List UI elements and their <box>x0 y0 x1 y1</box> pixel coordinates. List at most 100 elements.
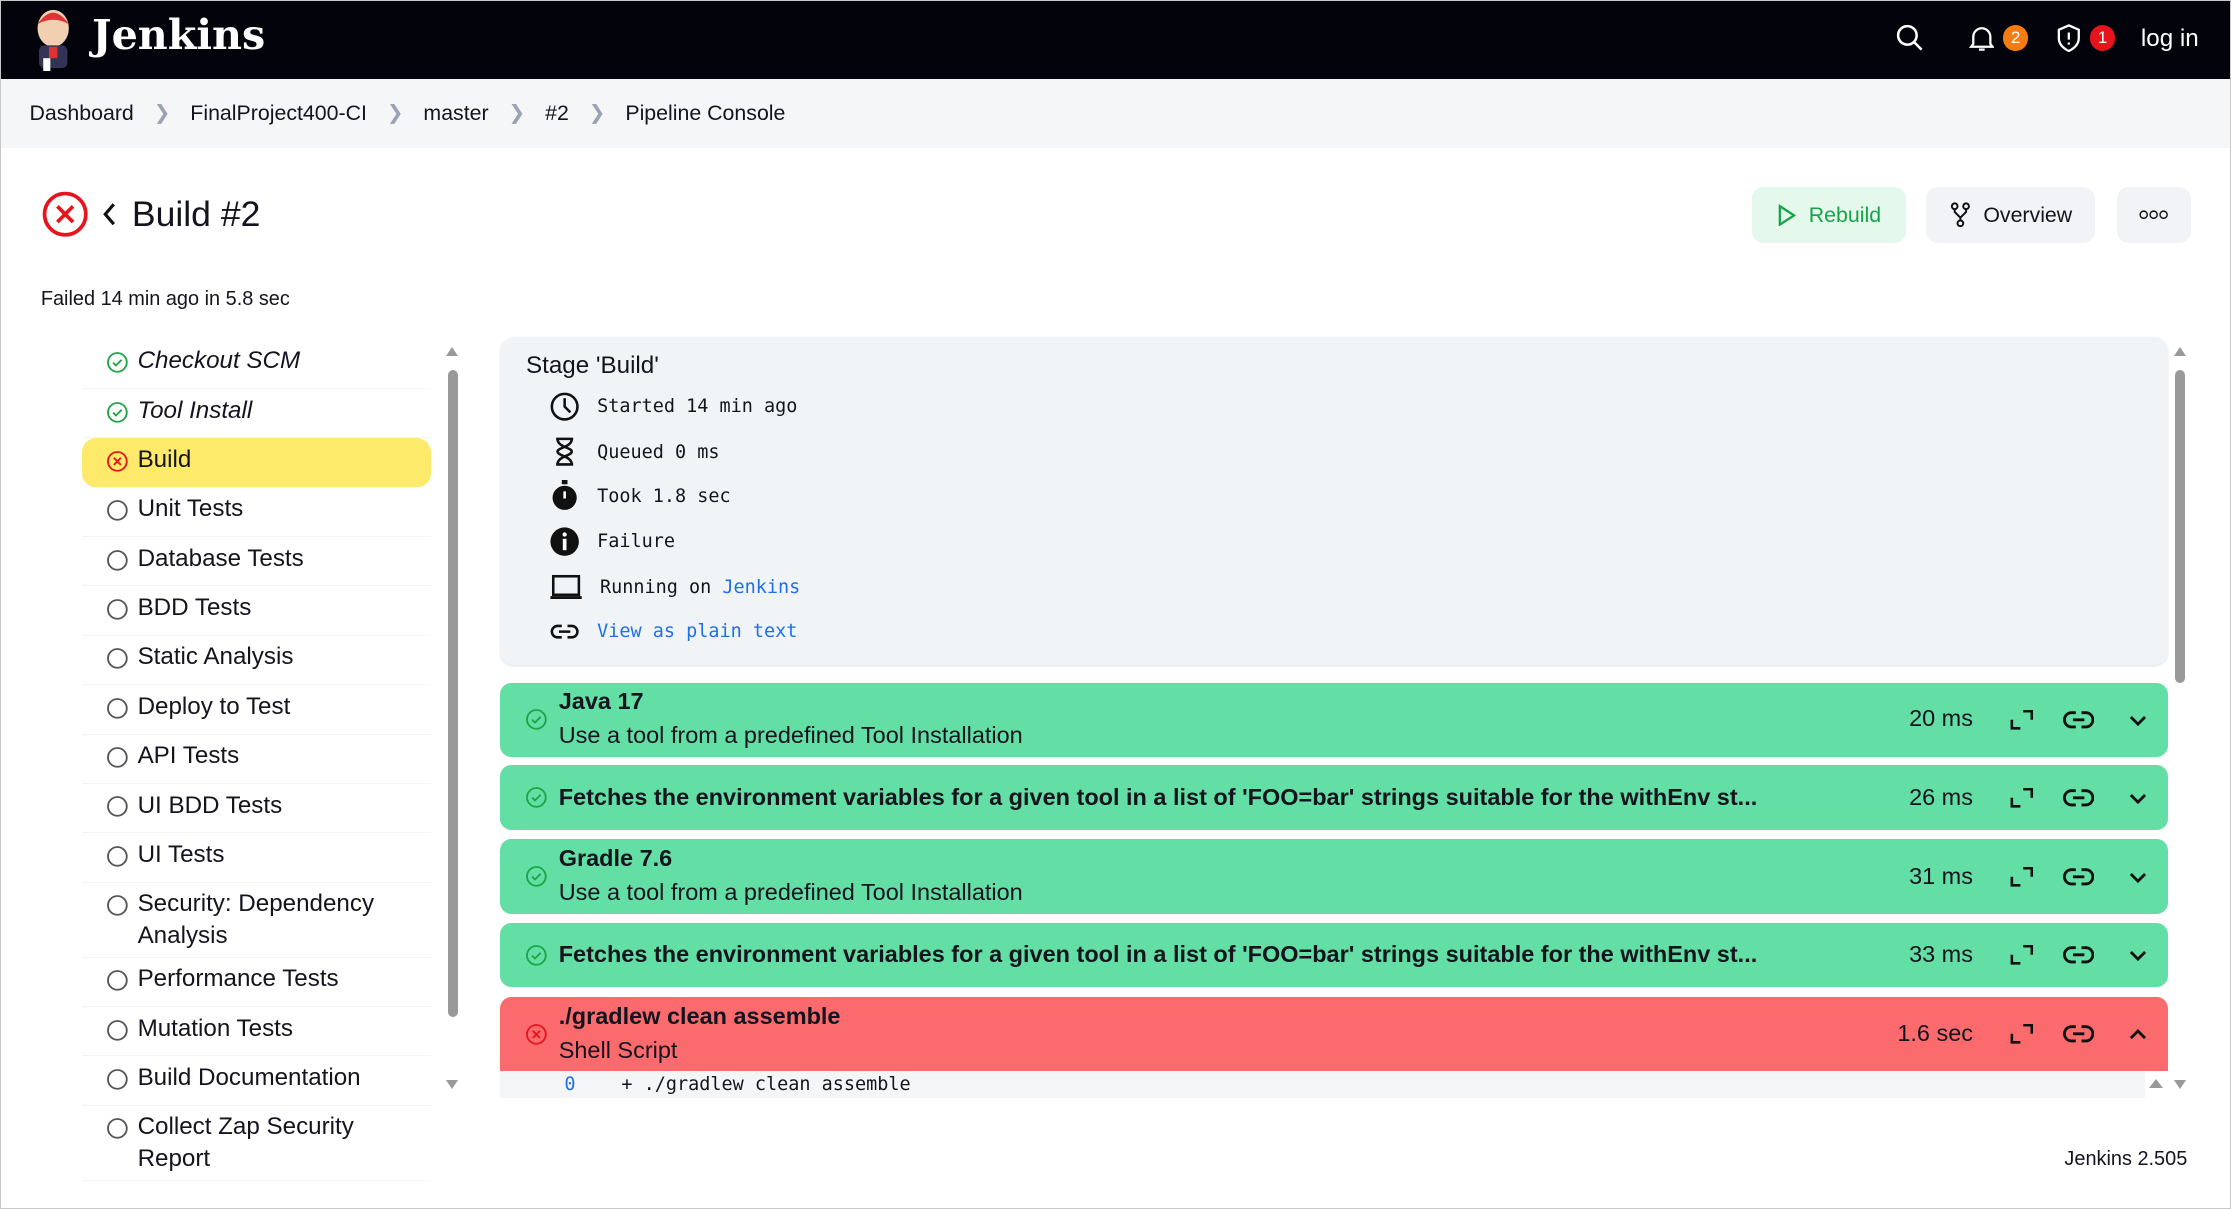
stage-item[interactable]: UI Tests <box>82 833 431 883</box>
success-icon <box>525 944 547 966</box>
stage-item[interactable]: Collect Zap Security Report <box>82 1106 431 1181</box>
play-icon <box>1779 203 1797 227</box>
jenkins-version[interactable]: Jenkins 2.505 <box>2064 1148 2187 1171</box>
expand-icon[interactable] <box>2009 707 2035 733</box>
result-info: Failure <box>549 526 675 557</box>
more-actions-button[interactable] <box>2116 187 2191 243</box>
link-icon[interactable] <box>2062 942 2094 968</box>
not-run-icon <box>107 1019 128 1041</box>
expand-icon[interactable] <box>2009 942 2035 968</box>
stage-item[interactable]: Build Documentation <box>82 1056 431 1106</box>
not-run-icon <box>107 648 128 670</box>
queued-info: Queued 0 ms <box>549 436 720 467</box>
success-icon <box>525 866 547 888</box>
stage-item[interactable]: Performance Tests <box>82 958 431 1007</box>
step-title: Java 17 <box>558 688 644 715</box>
breadcrumb-branch[interactable]: master <box>423 101 488 126</box>
main-scrollbar[interactable] <box>2173 346 2187 1090</box>
stage-item[interactable]: BDD Tests <box>82 586 431 636</box>
breadcrumb-project[interactable]: FinalProject400-CI <box>190 101 367 126</box>
link-icon[interactable] <box>2062 864 2094 890</box>
stage-item[interactable]: Tool Install <box>82 389 431 439</box>
step-row[interactable]: ./gradlew clean assemble Shell Script 1.6 … <box>500 996 2168 1071</box>
console-scroll-up[interactable] <box>2149 1078 2164 1089</box>
stage-status-icon <box>106 969 129 1000</box>
agent-link[interactable]: Jenkins <box>722 577 800 598</box>
step-duration: 20 ms <box>1909 705 1973 732</box>
stage-item[interactable]: Security: Dependency Analysis <box>82 883 431 958</box>
brand-name[interactable]: Jenkins <box>92 10 265 59</box>
step-row[interactable]: Java 17 Use a tool from a predefined Tool… <box>500 682 2168 757</box>
not-run-icon <box>107 747 128 768</box>
jenkins-logo-icon[interactable] <box>29 7 77 72</box>
chevron-down-icon[interactable] <box>2128 864 2148 890</box>
link-icon[interactable] <box>2062 1021 2094 1047</box>
chevron-up-icon[interactable] <box>2128 1021 2148 1047</box>
step-description: Use a tool from a predefined Tool Instal… <box>558 878 1023 905</box>
success-icon <box>107 401 128 423</box>
step-row[interactable]: Fetches the environment variables for a … <box>500 765 2168 831</box>
stage-item[interactable]: Unit Tests <box>82 488 431 538</box>
bell-icon[interactable] <box>1968 24 1995 52</box>
more-icon <box>2139 210 2168 220</box>
not-run-icon <box>107 697 128 719</box>
stage-item[interactable]: Mutation Tests <box>82 1007 431 1057</box>
chevron-right-icon: ❯ <box>588 102 606 125</box>
step-status-icon <box>525 865 548 894</box>
stage-item[interactable]: UI BDD Tests <box>82 784 431 834</box>
rebuild-button[interactable]: Rebuild <box>1752 187 1907 243</box>
back-chevron-icon[interactable] <box>101 200 118 228</box>
stage-label: BDD Tests <box>137 594 252 622</box>
stage-item[interactable]: Build <box>82 438 431 488</box>
view-plain-text-link[interactable]: View as plain text <box>597 621 797 642</box>
breadcrumb-build[interactable]: #2 <box>545 101 569 126</box>
link-icon[interactable] <box>2062 707 2094 733</box>
login-link[interactable]: log in <box>2141 25 2199 53</box>
stage-label: Collect Zap Security Report <box>137 1113 354 1172</box>
result-text: Failure <box>597 531 676 553</box>
stage-item[interactable]: Deploy to Test <box>82 685 431 735</box>
stage-detail-card: Stage 'Build' Started 14 min ago Queued … <box>500 336 2168 666</box>
stage-item[interactable]: API Tests <box>82 735 431 784</box>
console-output: 0 + ./gradlew clean assemble <box>500 1070 2146 1098</box>
not-run-icon <box>107 845 128 867</box>
expand-icon[interactable] <box>2009 1021 2035 1047</box>
not-run-icon <box>107 1068 128 1090</box>
stage-label: Database Tests <box>137 544 304 572</box>
not-run-icon <box>107 1118 128 1139</box>
breadcrumb-dashboard[interactable]: Dashboard <box>29 101 133 126</box>
step-status-icon <box>525 786 548 815</box>
expand-icon[interactable] <box>2009 864 2035 890</box>
stage-label: Build Documentation <box>137 1063 361 1091</box>
stage-item[interactable]: Checkout SCM <box>82 340 431 389</box>
running-text: Running on <box>599 576 723 598</box>
expand-icon[interactable] <box>2009 785 2035 811</box>
step-row[interactable]: Fetches the environment variables for a … <box>500 922 2168 987</box>
search-icon[interactable] <box>1896 24 1924 52</box>
chevron-down-icon[interactable] <box>2128 707 2148 733</box>
not-run-icon <box>107 599 128 620</box>
console-line-number[interactable]: 0 <box>564 1074 575 1095</box>
link-icon[interactable] <box>2062 785 2094 811</box>
stage-item[interactable]: Database Tests <box>82 537 431 587</box>
chevron-down-icon[interactable] <box>2128 942 2148 968</box>
success-icon <box>107 352 128 373</box>
stage-status-icon <box>106 647 129 678</box>
stage-list-scrollbar[interactable] <box>446 346 459 1090</box>
jenkins-window: Jenkins 2 1 log in Dashboard ❯ FinalProje… <box>0 0 2231 1209</box>
stage-item[interactable]: Static Analysis <box>82 636 431 686</box>
stage-label: Performance Tests <box>137 965 339 993</box>
notifications-badge: 2 <box>2002 25 2029 51</box>
shield-icon[interactable] <box>2056 23 2082 53</box>
top-header: Jenkins 2 1 log in <box>1 1 2230 80</box>
overview-button[interactable]: Overview <box>1926 187 2096 243</box>
step-row[interactable]: Gradle 7.6 Use a tool from a predefined T… <box>500 839 2168 915</box>
step-title: Fetches the environment variables for a … <box>558 940 1758 967</box>
security-badge: 1 <box>2089 25 2116 51</box>
not-run-icon <box>107 549 128 571</box>
step-title: Fetches the environment variables for a … <box>558 783 1758 810</box>
chevron-down-icon[interactable] <box>2128 785 2148 811</box>
stage-label: Checkout SCM <box>137 347 301 375</box>
overview-label: Overview <box>1983 202 2073 227</box>
breadcrumb-current[interactable]: Pipeline Console <box>625 101 785 126</box>
